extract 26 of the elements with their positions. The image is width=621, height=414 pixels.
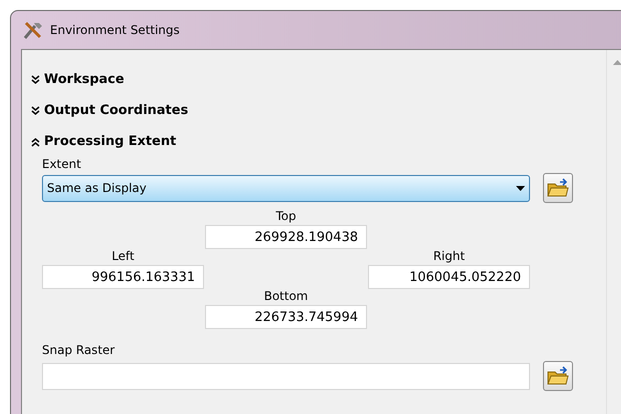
collapse-icon xyxy=(31,136,40,146)
snap-raster-label: Snap Raster xyxy=(42,343,116,357)
expand-icon xyxy=(31,106,40,116)
browse-button[interactable] xyxy=(543,361,573,391)
browse-button[interactable] xyxy=(543,173,573,203)
coordinate-field[interactable]: 226733.745994 xyxy=(205,305,367,329)
section-header[interactable]: Processing Extent xyxy=(31,126,176,157)
snap-raster-field[interactable] xyxy=(42,362,530,390)
folder-icon xyxy=(547,178,569,198)
coordinate-field[interactable]: 269928.190438 xyxy=(205,225,367,249)
section-header[interactable]: Workspace xyxy=(31,64,124,95)
tools-icon xyxy=(22,20,44,40)
field-label: Bottom xyxy=(264,289,308,303)
caret-icon xyxy=(516,186,525,190)
extent-label: Extent xyxy=(42,157,82,171)
scroll-up-icon[interactable] xyxy=(613,60,621,65)
coordinate-field[interactable]: 996156.163331 xyxy=(42,265,204,289)
folder-icon xyxy=(547,366,569,386)
section-header[interactable]: Output Coordinates xyxy=(31,95,188,126)
field-label: Left xyxy=(112,249,134,263)
window-title: Environment Settings xyxy=(50,22,180,39)
extent-dropdown[interactable]: Same as Display xyxy=(42,174,530,202)
field-label: Top xyxy=(276,209,296,223)
field-label: Right xyxy=(433,249,465,263)
coordinate-field[interactable]: 1060045.052220 xyxy=(368,265,530,289)
expand-icon xyxy=(31,74,40,84)
